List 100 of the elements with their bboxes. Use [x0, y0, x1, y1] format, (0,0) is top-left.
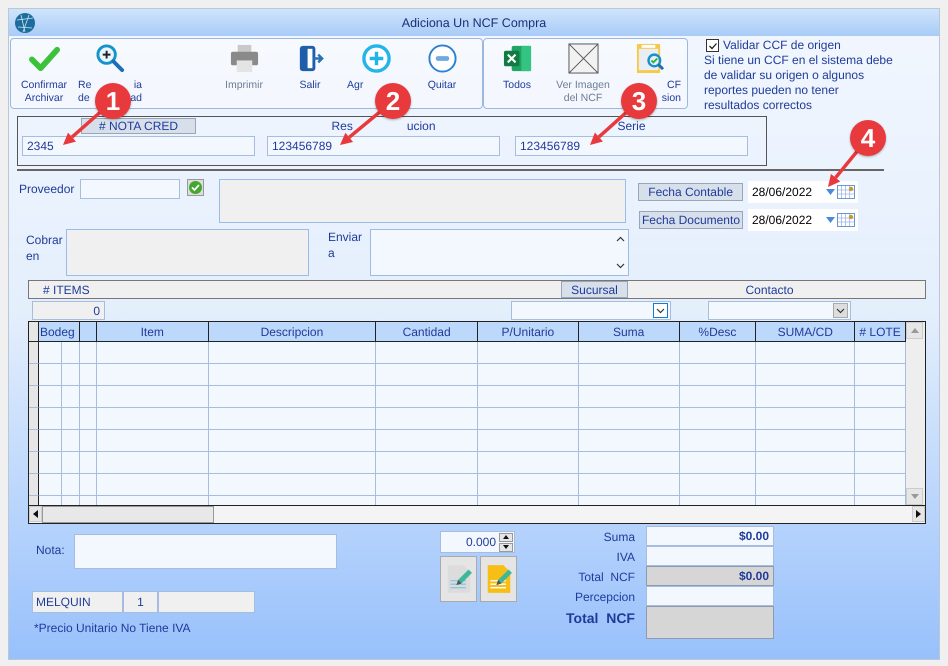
calendar-icon[interactable] — [837, 213, 855, 227]
button-label: Imprimir — [225, 79, 263, 92]
button-label: del NCF — [564, 92, 602, 105]
column-header[interactable]: Suma — [578, 322, 680, 341]
button-label: sion — [662, 92, 681, 105]
toolbar-button[interactable]: Salir — [277, 39, 343, 108]
toolbar-button[interactable]: Confirmar Archivar — [11, 39, 77, 108]
chevron-down-icon — [656, 308, 665, 314]
column-header[interactable]: Bodeg — [38, 322, 80, 341]
scroll-left-button[interactable] — [29, 506, 42, 522]
edit-document-button[interactable] — [440, 556, 477, 602]
column-header[interactable]: SUMA/CD — [756, 322, 856, 341]
button-label: Todos — [502, 79, 532, 92]
field-label: Fecha Documento — [638, 211, 743, 229]
scroll-right-button[interactable] — [912, 506, 925, 522]
items-table[interactable]: Bodeg Item Descripcion Cantidad P/Unitario Suma %Desc SUMA/CD # LOTE — [28, 321, 926, 524]
input-field[interactable] — [66, 229, 309, 276]
scroll-down-icon[interactable] — [616, 263, 624, 269]
column-header[interactable]: # LOTE — [855, 322, 906, 341]
status-cell: MELQUIN — [32, 591, 123, 613]
table-cell — [80, 452, 97, 474]
note-field[interactable] — [74, 534, 337, 569]
table-cell — [62, 430, 80, 452]
remove-icon — [426, 43, 458, 74]
row-header — [29, 430, 39, 452]
row-header — [29, 386, 39, 408]
table-cell — [38, 474, 62, 496]
button-label: Ver Imagen — [556, 79, 610, 92]
field-label: # NOTA CRED — [81, 118, 196, 134]
field-label: ucion — [406, 119, 436, 133]
row-header — [29, 364, 39, 386]
column-header[interactable]: P/Unitario — [478, 322, 579, 341]
column-header[interactable]: %Desc — [680, 322, 756, 341]
right-arrow-icon — [916, 510, 921, 518]
toolbar-button[interactable]: Quitar — [409, 39, 475, 108]
scroll-thumb[interactable] — [42, 506, 214, 523]
number-spinner[interactable]: 0.000 — [440, 531, 515, 553]
date-field[interactable]: 28/06/2022 — [748, 209, 858, 231]
callout-arrow-overlay — [828, 149, 860, 187]
input-field[interactable] — [80, 179, 180, 199]
total-field: $0.00 — [646, 526, 774, 546]
scroll-up-button[interactable] — [906, 322, 923, 339]
toolbar-button[interactable]: Todos — [484, 39, 550, 108]
checkmark-icon[interactable] — [187, 179, 204, 196]
total-label: IVA — [616, 549, 635, 566]
table-cell — [80, 474, 97, 496]
table-cell — [62, 342, 80, 364]
checkbox[interactable] — [706, 39, 719, 52]
image-placeholder-icon — [568, 43, 598, 74]
edit-document-button[interactable] — [480, 556, 517, 602]
button-label: ia — [134, 79, 142, 92]
left-arrow-icon — [33, 510, 38, 518]
button-label: Re — [78, 79, 92, 92]
date-field[interactable]: 28/06/2022 — [748, 181, 858, 203]
total-field: $0.00 — [646, 566, 774, 586]
table-cell — [38, 408, 62, 430]
row-header — [29, 408, 39, 430]
column-header[interactable]: Item — [96, 322, 209, 341]
down-arrow-icon — [503, 545, 509, 549]
field-label: Enviar a — [328, 229, 364, 262]
row-header — [29, 342, 39, 364]
field-label: Fecha Contable — [638, 183, 743, 201]
spin-down-button[interactable] — [499, 542, 513, 552]
dropdown-arrow-icon[interactable] — [826, 217, 835, 223]
table-cell — [80, 386, 97, 408]
button-label: ad — [130, 92, 142, 105]
up-arrow-icon — [910, 328, 918, 333]
field-label: Nota: — [35, 543, 66, 559]
dropdown-arrow-icon[interactable] — [826, 189, 835, 195]
scrollbar[interactable] — [29, 505, 925, 523]
table-cell — [62, 408, 80, 430]
input-field[interactable]: 2345 — [22, 136, 255, 156]
validation-note: Si tiene un CCF en el sistema debe de validar su origen o algunos reportes pueden no tener resultados correctos — [704, 53, 894, 113]
total-label: Percepcion — [574, 589, 635, 606]
globe-icon — [14, 12, 36, 34]
table-cell — [80, 408, 97, 430]
table-cell — [38, 364, 62, 386]
scroll-up-icon[interactable] — [616, 236, 624, 242]
field-label: Cobrar en — [26, 232, 64, 265]
table-cell — [80, 430, 97, 452]
spin-up-button[interactable] — [499, 532, 513, 542]
checkbox-label: Validar CCF de origen — [723, 38, 841, 53]
field-label: Res — [332, 119, 353, 133]
column-header[interactable]: Descripcion — [208, 322, 376, 341]
field-label: Sucursal — [561, 281, 628, 298]
calendar-icon[interactable] — [837, 185, 855, 199]
dropdown[interactable] — [511, 301, 671, 320]
dropdown-button[interactable] — [653, 303, 668, 318]
button-label: Agr — [347, 79, 364, 92]
column-header[interactable]: Cantidad — [376, 322, 478, 341]
table-cell — [80, 342, 97, 364]
down-arrow-icon — [910, 494, 918, 499]
table-cell — [62, 386, 80, 408]
field-label: Proveedor — [19, 182, 76, 198]
column-header[interactable] — [80, 322, 97, 341]
input-field[interactable]: 123456789 — [267, 136, 500, 156]
table-cell — [38, 386, 62, 408]
input-field[interactable]: 123456789 — [515, 136, 748, 156]
scrollbar[interactable] — [906, 322, 925, 505]
table-cell — [38, 452, 62, 474]
